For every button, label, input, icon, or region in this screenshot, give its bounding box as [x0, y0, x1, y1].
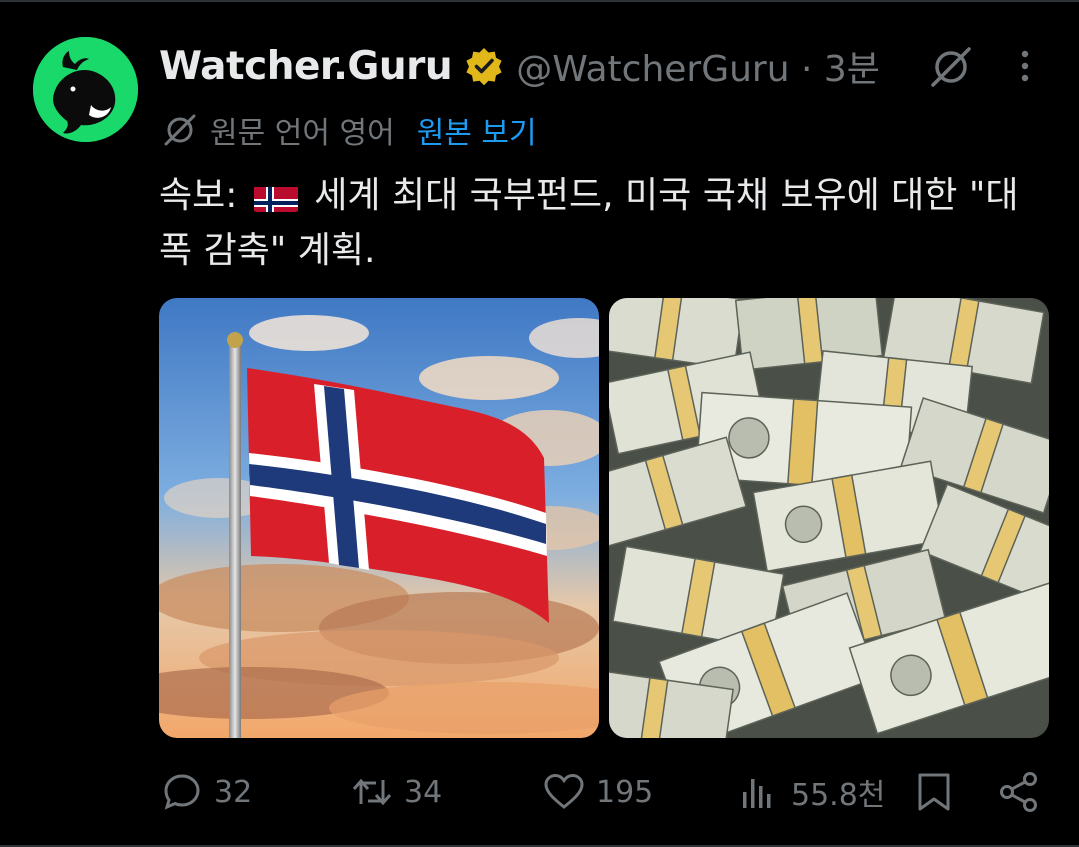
norway-flag-emoji-icon — [253, 180, 299, 212]
analytics-icon — [743, 779, 771, 808]
grok-icon[interactable] — [928, 44, 974, 90]
post-text: 속보: 세계 최대 국부펀드, 미국 국채 보유에 대한 "대폭 감축" 계획. — [159, 168, 1039, 278]
post-header: Watcher.Guru @WatcherGuru · 3분 — [159, 38, 880, 94]
repost-count: 34 — [404, 774, 443, 810]
repost-button[interactable]: 34 — [350, 768, 442, 816]
avatar[interactable] — [33, 37, 138, 142]
translation-bar: 원문 언어 영어 원본 보기 — [162, 108, 537, 152]
top-divider — [0, 0, 1079, 2]
bookmark-button[interactable] — [912, 768, 956, 816]
views-count: 55.8천 — [791, 778, 886, 813]
post-image-money[interactable] — [609, 298, 1049, 738]
author-name[interactable]: Watcher.Guru — [159, 44, 453, 89]
whale-logo-icon — [33, 37, 138, 142]
like-button[interactable]: 195 — [542, 768, 653, 816]
author-handle-time[interactable]: @WatcherGuru · 3분 — [516, 40, 880, 92]
like-count: 195 — [596, 774, 654, 810]
reply-count: 32 — [214, 774, 253, 810]
repost-icon — [352, 778, 392, 806]
views-button[interactable]: 55.8천 — [737, 768, 885, 816]
reply-button[interactable]: 32 — [160, 768, 252, 816]
post-image-flag[interactable] — [159, 298, 599, 738]
reply-icon — [164, 774, 200, 810]
share-button[interactable] — [997, 768, 1041, 816]
translation-label: 원문 언어 영어 — [210, 116, 395, 151]
translate-icon — [164, 114, 196, 146]
show-original-link[interactable]: 원본 보기 — [417, 108, 537, 152]
verified-badge-icon[interactable] — [464, 46, 504, 86]
more-vertical-icon[interactable] — [1010, 46, 1040, 86]
heart-icon — [544, 773, 584, 809]
norway-flag-image — [159, 298, 599, 738]
share-icon — [1000, 772, 1037, 812]
post-text-prefix: 속보: — [159, 175, 238, 216]
cash-stacks-image — [609, 298, 1049, 738]
bookmark-icon — [918, 773, 950, 811]
